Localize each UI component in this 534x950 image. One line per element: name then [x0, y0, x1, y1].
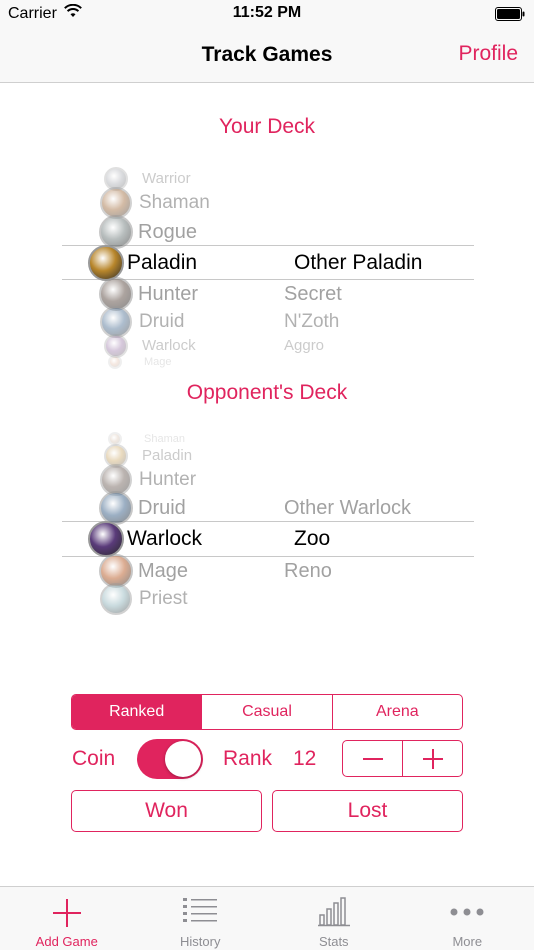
list-icon [183, 897, 218, 928]
rank-stepper[interactable] [342, 740, 463, 777]
tab-stats[interactable]: Stats [267, 887, 401, 950]
archetype-label: Other Warlock [284, 497, 412, 519]
class-label: Warlock [127, 527, 203, 551]
more-icon [449, 897, 485, 932]
class-label: Druid [138, 497, 186, 519]
decrement-button[interactable] [343, 741, 403, 776]
lost-button[interactable]: Lost [272, 790, 463, 832]
picker-row[interactable]: Hunter [0, 464, 534, 496]
picker-row[interactable]: Paladin [0, 444, 534, 468]
increment-button[interactable] [403, 741, 462, 776]
minus-icon [362, 757, 383, 760]
class-label: Paladin [142, 447, 193, 465]
tab-label: Stats [318, 934, 349, 949]
coin-label: Coin [72, 747, 116, 770]
picker-row[interactable]: Priest [0, 583, 534, 615]
coin-toggle[interactable] [137, 739, 203, 779]
archetype-label: Zoo [294, 527, 331, 551]
tab-label: Add Game [35, 934, 98, 949]
class-emblem-icon [100, 583, 132, 615]
won-button[interactable]: Won [71, 790, 262, 832]
tab-label: More [452, 934, 483, 949]
tab-more[interactable]: More [401, 887, 534, 950]
toggle-knob [165, 741, 201, 777]
class-label: Mage [138, 560, 189, 582]
tab-add-game[interactable]: Add Game [0, 887, 134, 950]
class-label: Shaman [144, 432, 185, 445]
class-emblem-icon [99, 491, 133, 525]
picker-row[interactable]: Warlock Zoo [0, 521, 534, 557]
class-emblem-icon [88, 521, 124, 557]
mode-option-casual[interactable]: Casual [202, 695, 333, 729]
rank-value: 12 [293, 747, 317, 770]
tab-history[interactable]: History [134, 887, 268, 950]
mode-option-ranked[interactable]: Ranked [72, 695, 203, 729]
rank-label: Rank [223, 747, 273, 770]
tab-label: History [180, 934, 221, 949]
class-label: Hunter [139, 468, 197, 490]
game-mode-segmented-control[interactable]: Ranked Casual Arena [71, 694, 463, 730]
picker-row[interactable]: Druid Other Warlock [0, 491, 534, 525]
archetype-label: Reno [284, 560, 332, 582]
tab-bar: Add Game History Stats More [0, 886, 534, 950]
class-label: Priest [139, 587, 188, 609]
picker-row[interactable]: Shaman [0, 431, 534, 446]
picker-row[interactable]: Mage Reno [0, 554, 534, 588]
mode-option-arena[interactable]: Arena [333, 695, 462, 729]
plus-icon [422, 748, 443, 769]
bar-chart-icon [317, 897, 350, 932]
plus-icon [51, 897, 83, 934]
